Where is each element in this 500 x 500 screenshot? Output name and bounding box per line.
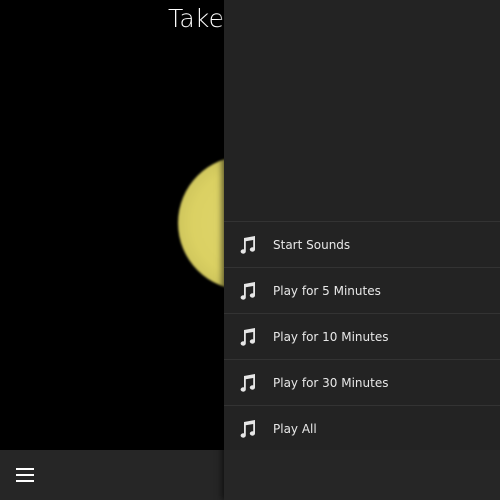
music-note-icon — [237, 234, 259, 256]
music-note-icon — [237, 372, 259, 394]
side-drawer: Start Sounds Play for 5 Minutes Play for… — [224, 0, 500, 500]
drawer-item-label: Play for 5 Minutes — [273, 283, 381, 298]
music-note-icon — [237, 280, 259, 302]
drawer-footer-bar — [224, 450, 500, 500]
drawer-item-label: Play for 10 Minutes — [273, 329, 389, 344]
bottom-action-bar — [0, 450, 224, 500]
drawer-item-label: Start Sounds — [273, 237, 351, 252]
drawer-item-label: Play All — [273, 421, 317, 436]
drawer-menu-list: Start Sounds Play for 5 Minutes Play for… — [224, 221, 500, 452]
drawer-item-play-30-minutes[interactable]: Play for 30 Minutes — [224, 360, 500, 406]
sun-graphic — [178, 156, 224, 290]
music-note-icon — [237, 326, 259, 348]
drawer-item-label: Play for 30 Minutes — [273, 375, 389, 390]
drawer-item-play-10-minutes[interactable]: Play for 10 Minutes — [224, 314, 500, 360]
page-title: Take — [168, 4, 224, 33]
main-view: Take — [0, 0, 224, 500]
drawer-item-play-all[interactable]: Play All — [224, 406, 500, 452]
menu-icon[interactable] — [16, 468, 34, 483]
music-note-icon — [237, 418, 259, 440]
drawer-item-start-sounds[interactable]: Start Sounds — [224, 222, 500, 268]
drawer-item-play-5-minutes[interactable]: Play for 5 Minutes — [224, 268, 500, 314]
